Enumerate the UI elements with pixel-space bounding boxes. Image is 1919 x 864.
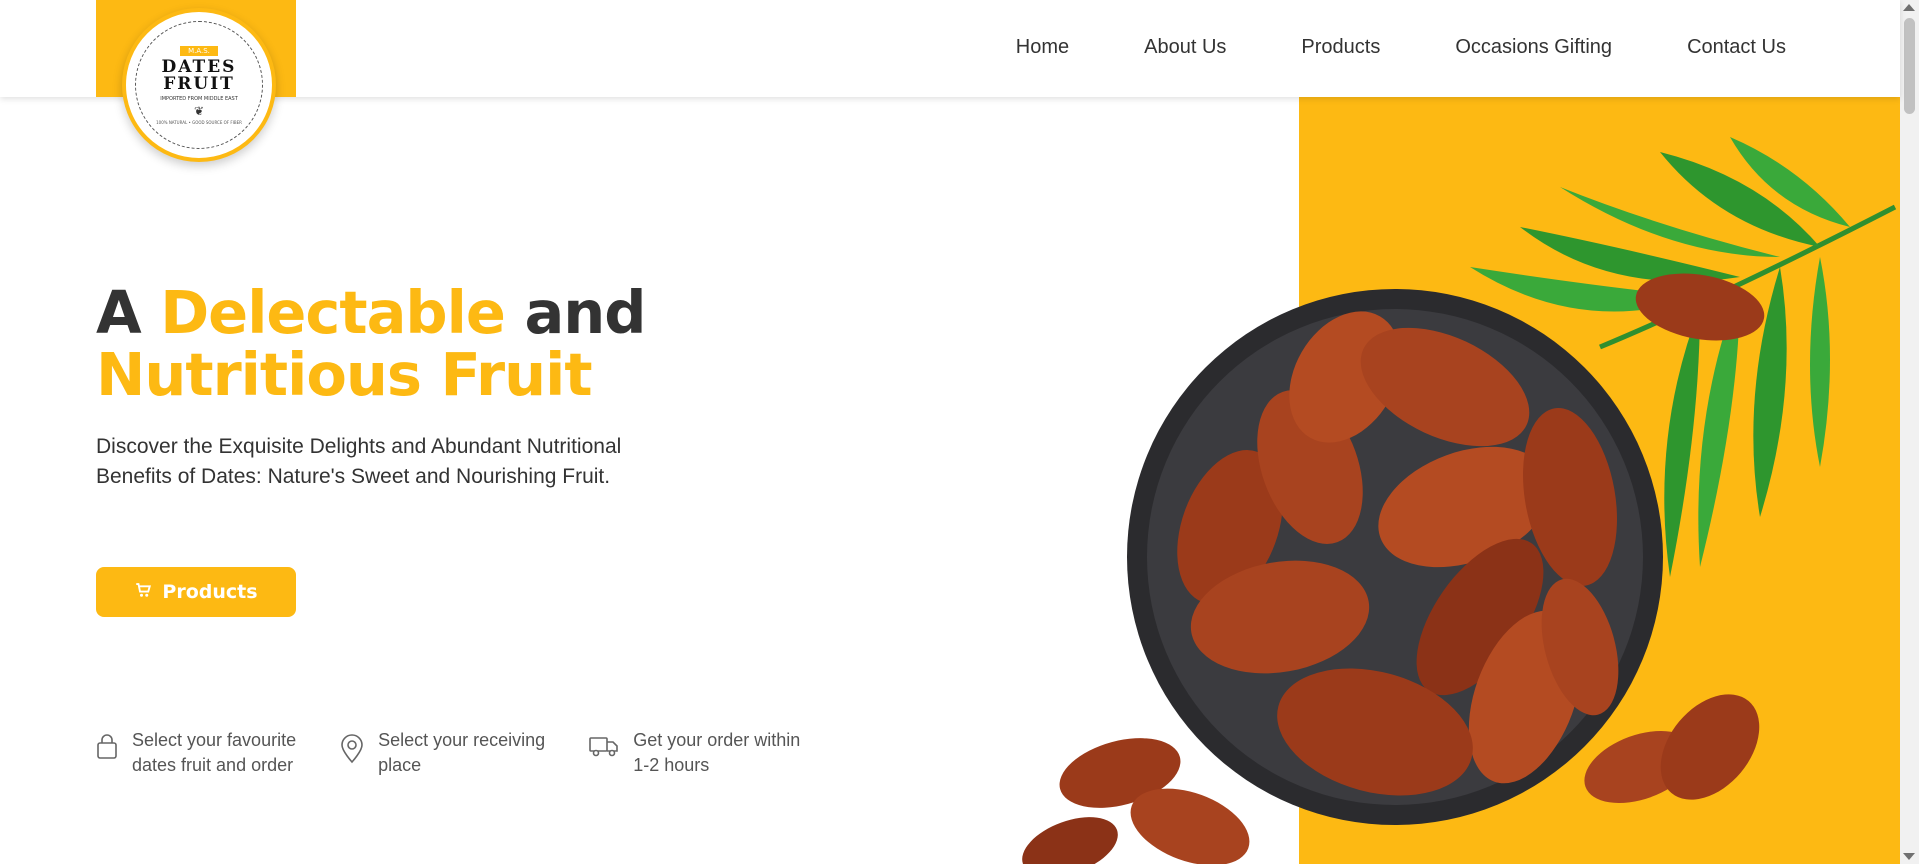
feature-item: Select your receiving place [340, 728, 545, 778]
products-cta-label: Products [162, 581, 258, 603]
hero-title-part2: and [504, 278, 646, 347]
brand-logo[interactable]: M.A.S. DATES FRUIT IMPORTED FROM MIDDLE … [122, 8, 276, 162]
logo-footer: 100% NATURAL • GOOD SOURCE OF FIBER [156, 119, 242, 125]
feature-text: Get your order within 1-2 hours [633, 728, 800, 778]
hero-image [1000, 97, 1900, 864]
hero-title-accent1: Delectable [160, 278, 506, 347]
nav-item-products[interactable]: Products [1301, 36, 1380, 59]
hero-title: A Delectable and Nutritious Fruit [96, 282, 646, 406]
feature-item: Select your favourite dates fruit and or… [96, 728, 296, 778]
scroll-up-arrow-icon[interactable] [1903, 4, 1915, 11]
scroll-down-arrow-icon[interactable] [1903, 853, 1915, 860]
logo-seal-ring: M.A.S. DATES FRUIT IMPORTED FROM MIDDLE … [135, 21, 263, 149]
nav-item-home[interactable]: Home [1016, 36, 1069, 59]
nav-item-contact-us[interactable]: Contact Us [1687, 36, 1786, 59]
feature-text: Select your receiving place [378, 728, 545, 778]
location-pin-icon [341, 734, 363, 764]
feature-text-line2: place [378, 755, 422, 775]
delivery-truck-icon [589, 737, 618, 757]
products-cta-button[interactable]: Products [96, 567, 296, 617]
feature-text-line1: Select your favourite [132, 730, 297, 750]
nav-item-about-us[interactable]: About Us [1144, 36, 1226, 59]
hero-subtitle: Discover the Exquisite Delights and Abun… [96, 435, 622, 488]
scrollbar-thumb[interactable] [1904, 18, 1915, 114]
hero-title-part1: A [96, 278, 161, 347]
dates-bowl-illustration [1022, 137, 1897, 864]
cart-icon [134, 581, 152, 604]
logo-subtitle: IMPORTED FROM MIDDLE EAST [160, 95, 238, 102]
feature-text-line1: Get your order within [633, 730, 801, 750]
logo-tag: M.A.S. [180, 45, 218, 56]
feature-text-line2: dates fruit and order [132, 755, 294, 775]
logo-word-dates: DATES [161, 56, 237, 77]
page-scrollbar[interactable] [1900, 0, 1919, 864]
shopping-bag-icon [97, 734, 117, 759]
feature-item: Get your order within 1-2 hours [589, 728, 800, 778]
feature-text-line1: Select your receiving [378, 730, 546, 750]
nav-item-occasions-gifting[interactable]: Occasions Gifting [1455, 36, 1612, 59]
feature-text: Select your favourite dates fruit and or… [132, 728, 296, 778]
feature-text-line2: 1-2 hours [633, 755, 710, 775]
main-nav: Home About Us Products Occasions Gifting… [941, 36, 1786, 59]
date-seal-icon: ❦ [193, 103, 205, 118]
feature-list: Select your favourite dates fruit and or… [96, 728, 844, 778]
logo-word-fruit: FRUIT [163, 73, 235, 94]
hero-title-accent2: Nutritious Fruit [96, 340, 593, 409]
